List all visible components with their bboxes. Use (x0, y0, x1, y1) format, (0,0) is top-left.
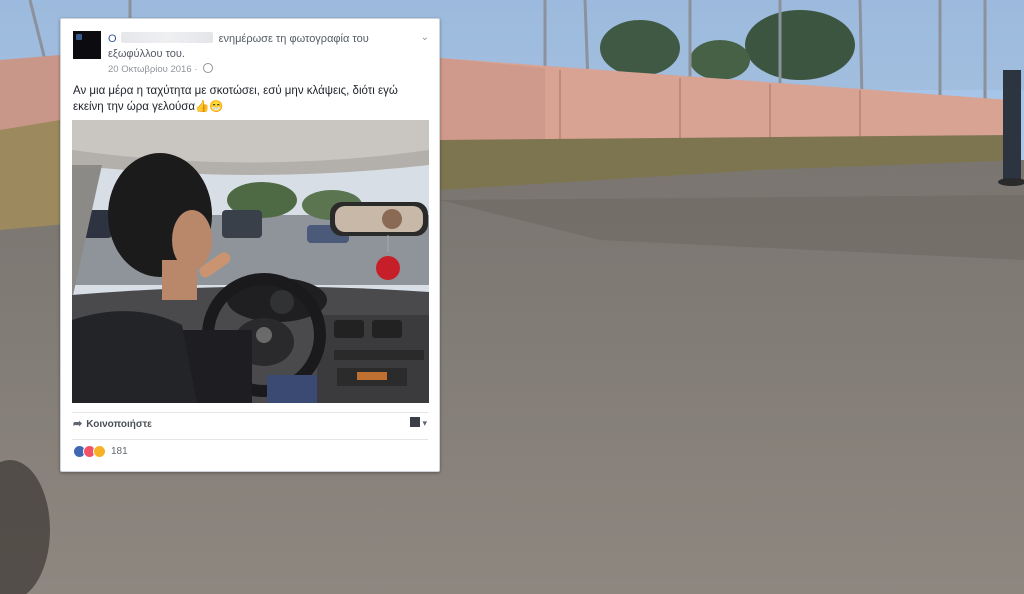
viewer-chevron-icon: ▾ (422, 418, 427, 428)
share-label: Κοινοποιήστε (86, 419, 152, 430)
divider (72, 412, 428, 413)
post-photo[interactable] (72, 120, 429, 403)
chevron-down-icon[interactable]: ⌄ (421, 32, 429, 43)
viewer-selector[interactable]: ▾ (410, 417, 427, 429)
post-header: Οενημέρωσε τη φωτογραφία του εξωφύλλου τ… (108, 32, 413, 62)
post-meta: 20 Οκτωβρίου 2016 · (108, 63, 214, 75)
viewer-avatar-icon (410, 417, 421, 427)
globe-icon[interactable] (203, 63, 214, 73)
share-button[interactable]: ➦ Κοινοποιήστε (73, 417, 152, 430)
avatar-mark (76, 34, 82, 40)
reactions-summary[interactable]: 181 (73, 445, 128, 458)
share-arrow-icon: ➦ (73, 418, 83, 430)
post-text: Αν μια μέρα η ταχύτητα με σκοτώσει, εσύ … (73, 85, 398, 113)
facebook-post-card: Οενημέρωσε τη φωτογραφία του εξωφύλλου τ… (60, 18, 440, 472)
profile-avatar[interactable] (73, 31, 101, 59)
reactions-count: 181 (111, 446, 128, 457)
author-name-redacted[interactable] (120, 32, 213, 43)
author-name-prefix[interactable]: Ο (108, 33, 117, 45)
haha-reaction-icon (93, 445, 106, 458)
divider (72, 439, 428, 440)
post-date[interactable]: 20 Οκτωβρίου 2016 · (108, 64, 197, 75)
